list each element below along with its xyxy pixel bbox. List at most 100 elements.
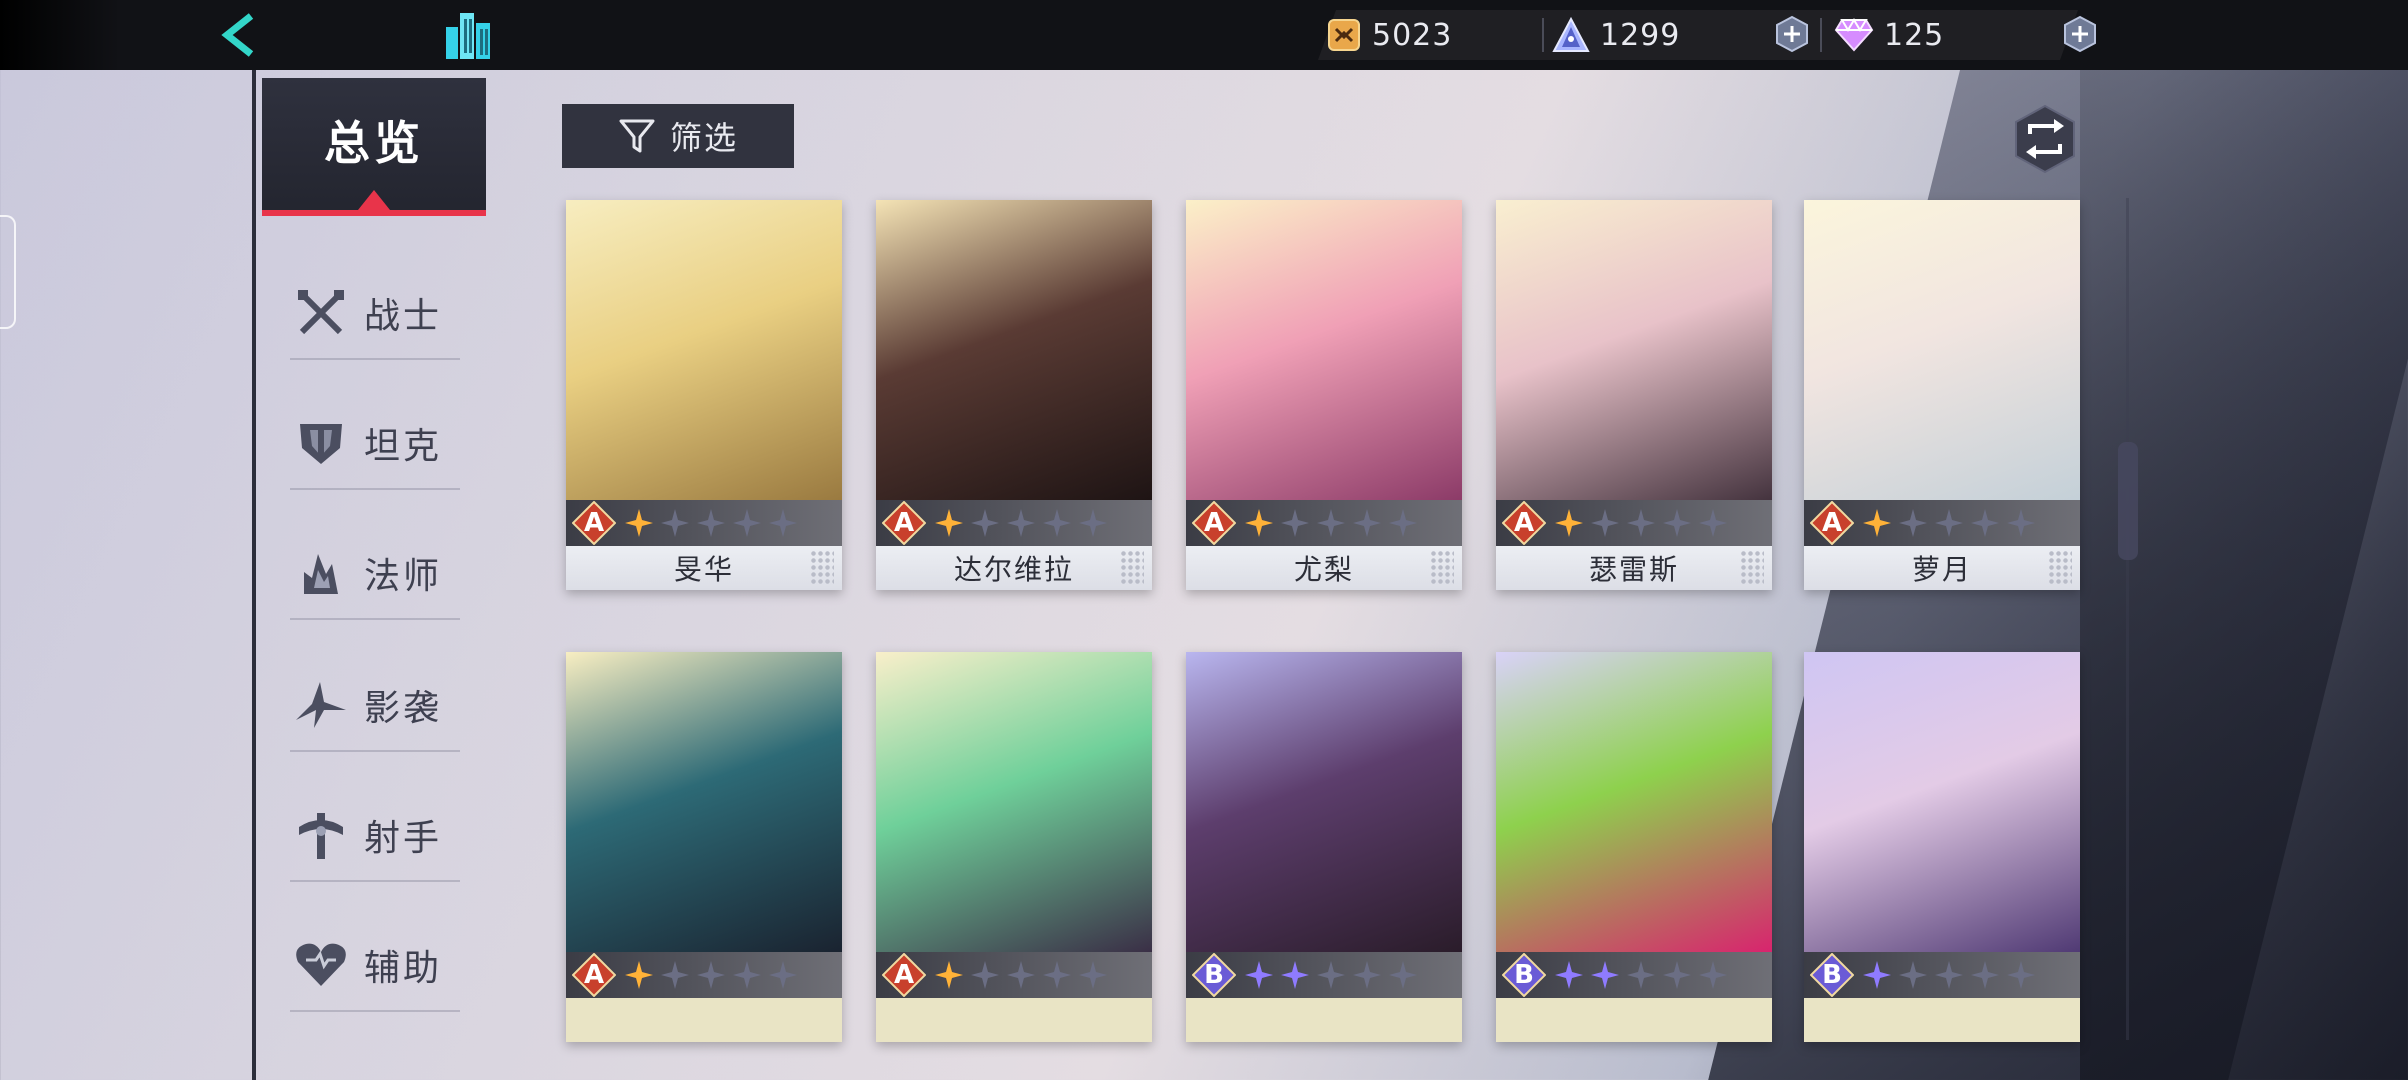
hero-name-bar: 萝月: [1804, 546, 2080, 590]
hero-portrait: [1186, 652, 1462, 952]
top-bar: 5023 1299 125: [0, 0, 2408, 70]
sidebar-item-label: 战士: [364, 296, 443, 337]
rank-bar: A: [1496, 500, 1772, 546]
diamond-resource: 125: [1834, 10, 1944, 60]
rank-letter: A: [893, 508, 915, 538]
hero-name-bar: 达尔维拉: [876, 546, 1152, 590]
sidebar-item-label: 影袭: [364, 688, 443, 729]
background-shade: [2080, 70, 2408, 1080]
active-tab-indicator: [262, 210, 486, 216]
star-empty-icon: [1698, 960, 1728, 990]
hero-portrait: [1186, 200, 1462, 500]
star-empty-icon: [660, 960, 690, 990]
star-filled-icon: [1862, 960, 1892, 990]
sidebar-item-warrior[interactable]: 战士: [290, 268, 460, 360]
rank-bar: B: [1496, 952, 1772, 998]
sidebar-item-tank[interactable]: 坦克: [290, 398, 460, 490]
hero-card[interactable]: B: [1496, 652, 1772, 1042]
star-empty-icon: [1078, 508, 1108, 538]
hero-portrait: [1496, 200, 1772, 500]
star-empty-icon: [732, 960, 762, 990]
star-empty-icon: [1934, 960, 1964, 990]
rank-letter: A: [1513, 508, 1535, 538]
rank-badge: A: [881, 500, 927, 546]
sidebar-item-assassin[interactable]: 影袭: [290, 660, 460, 752]
star-empty-icon: [1042, 960, 1072, 990]
star-empty-icon: [1626, 508, 1656, 538]
star-empty-icon: [732, 508, 762, 538]
sidebar-item-label: 射手: [364, 818, 443, 859]
star-empty-icon: [1898, 508, 1928, 538]
hero-portrait: [1804, 200, 2080, 500]
rank-badge: A: [1191, 500, 1237, 546]
hero-name: 瑟雷斯: [1588, 553, 1679, 586]
add-diamond-button[interactable]: [2060, 14, 2100, 54]
star-empty-icon: [1006, 508, 1036, 538]
rank-letter: A: [583, 508, 605, 538]
sidebar-item-mage[interactable]: 法师: [290, 528, 460, 620]
star-empty-icon: [1662, 960, 1692, 990]
star-empty-icon: [1934, 508, 1964, 538]
star-empty-icon: [2006, 960, 2036, 990]
star-filled-icon: [1280, 960, 1310, 990]
add-crystal-button[interactable]: [1772, 14, 1812, 54]
rank-badge: B: [1501, 952, 1547, 998]
gold-value: 5023: [1372, 17, 1453, 53]
star-empty-icon: [1590, 508, 1620, 538]
diamond-gem-icon: [1834, 18, 1874, 52]
back-button[interactable]: [212, 8, 266, 62]
plus-icon: [1776, 15, 1808, 53]
rank-bar: A: [566, 500, 842, 546]
armor-shield-icon: [294, 416, 348, 470]
rank-badge: A: [571, 500, 617, 546]
rank-badge: B: [1191, 952, 1237, 998]
rank-bar: A: [1186, 500, 1462, 546]
home-button[interactable]: [438, 6, 498, 64]
mage-flame-icon: [294, 546, 348, 600]
hero-card[interactable]: A 瑟雷斯: [1496, 200, 1772, 590]
sidebar-item-label: 法师: [364, 556, 443, 597]
rank-badge: A: [881, 952, 927, 998]
chevron-left-icon: [221, 13, 254, 57]
pyramid-crystal-icon: [1552, 17, 1590, 52]
filter-button[interactable]: 筛选: [562, 104, 794, 168]
rank-letter: A: [893, 960, 915, 990]
hero-card[interactable]: A 尤梨: [1186, 200, 1462, 590]
sidebar-item-marksman[interactable]: 射手: [290, 790, 460, 882]
sidebar-divider: [252, 70, 256, 1080]
rank-letter: A: [583, 960, 605, 990]
star-empty-icon: [768, 960, 798, 990]
crossbow-icon: [294, 808, 348, 862]
hero-name: 旻华: [673, 553, 734, 586]
scrollbar-track: [2126, 198, 2129, 1040]
star-filled-icon: [1862, 508, 1892, 538]
tab-overview[interactable]: 总览: [262, 78, 486, 216]
rank-letter: B: [1514, 960, 1534, 990]
star-filled-icon: [624, 508, 654, 538]
hero-card[interactable]: A: [876, 652, 1152, 1042]
hero-card[interactable]: A: [566, 652, 842, 1042]
rank-letter: B: [1204, 960, 1224, 990]
diamond-value: 125: [1884, 17, 1945, 53]
rank-badge: B: [1809, 952, 1855, 998]
side-drawer-handle[interactable]: [0, 215, 16, 329]
hero-card[interactable]: A 萝月: [1804, 200, 2080, 590]
swap-button[interactable]: [2010, 104, 2080, 174]
hero-name: 萝月: [1911, 553, 1972, 586]
rank-letter: A: [1821, 508, 1843, 538]
scrollbar-thumb[interactable]: [2118, 442, 2138, 560]
tab-overview-label: 总览: [324, 116, 424, 170]
hero-card[interactable]: A 旻华: [566, 200, 842, 590]
sidebar-item-support[interactable]: 辅助: [290, 920, 460, 1012]
star-filled-icon: [934, 960, 964, 990]
gold-resource: 5023: [1326, 10, 1452, 60]
star-empty-icon: [696, 508, 726, 538]
hero-card[interactable]: B: [1804, 652, 2080, 1042]
hero-card[interactable]: B: [1186, 652, 1462, 1042]
hero-portrait: [1804, 652, 2080, 952]
hero-card[interactable]: A 达尔维拉: [876, 200, 1152, 590]
hero-portrait: [876, 200, 1152, 500]
star-empty-icon: [1970, 508, 2000, 538]
star-filled-icon: [1590, 960, 1620, 990]
refresh-arrows-icon: [2015, 104, 2075, 174]
